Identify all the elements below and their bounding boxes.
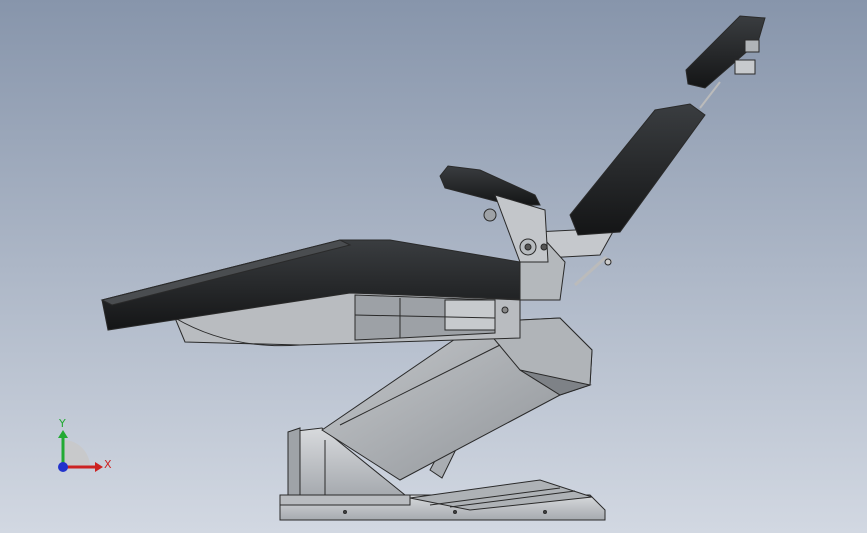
dental-chair-model[interactable] <box>0 0 867 533</box>
cad-viewport[interactable]: X Y <box>0 0 867 533</box>
